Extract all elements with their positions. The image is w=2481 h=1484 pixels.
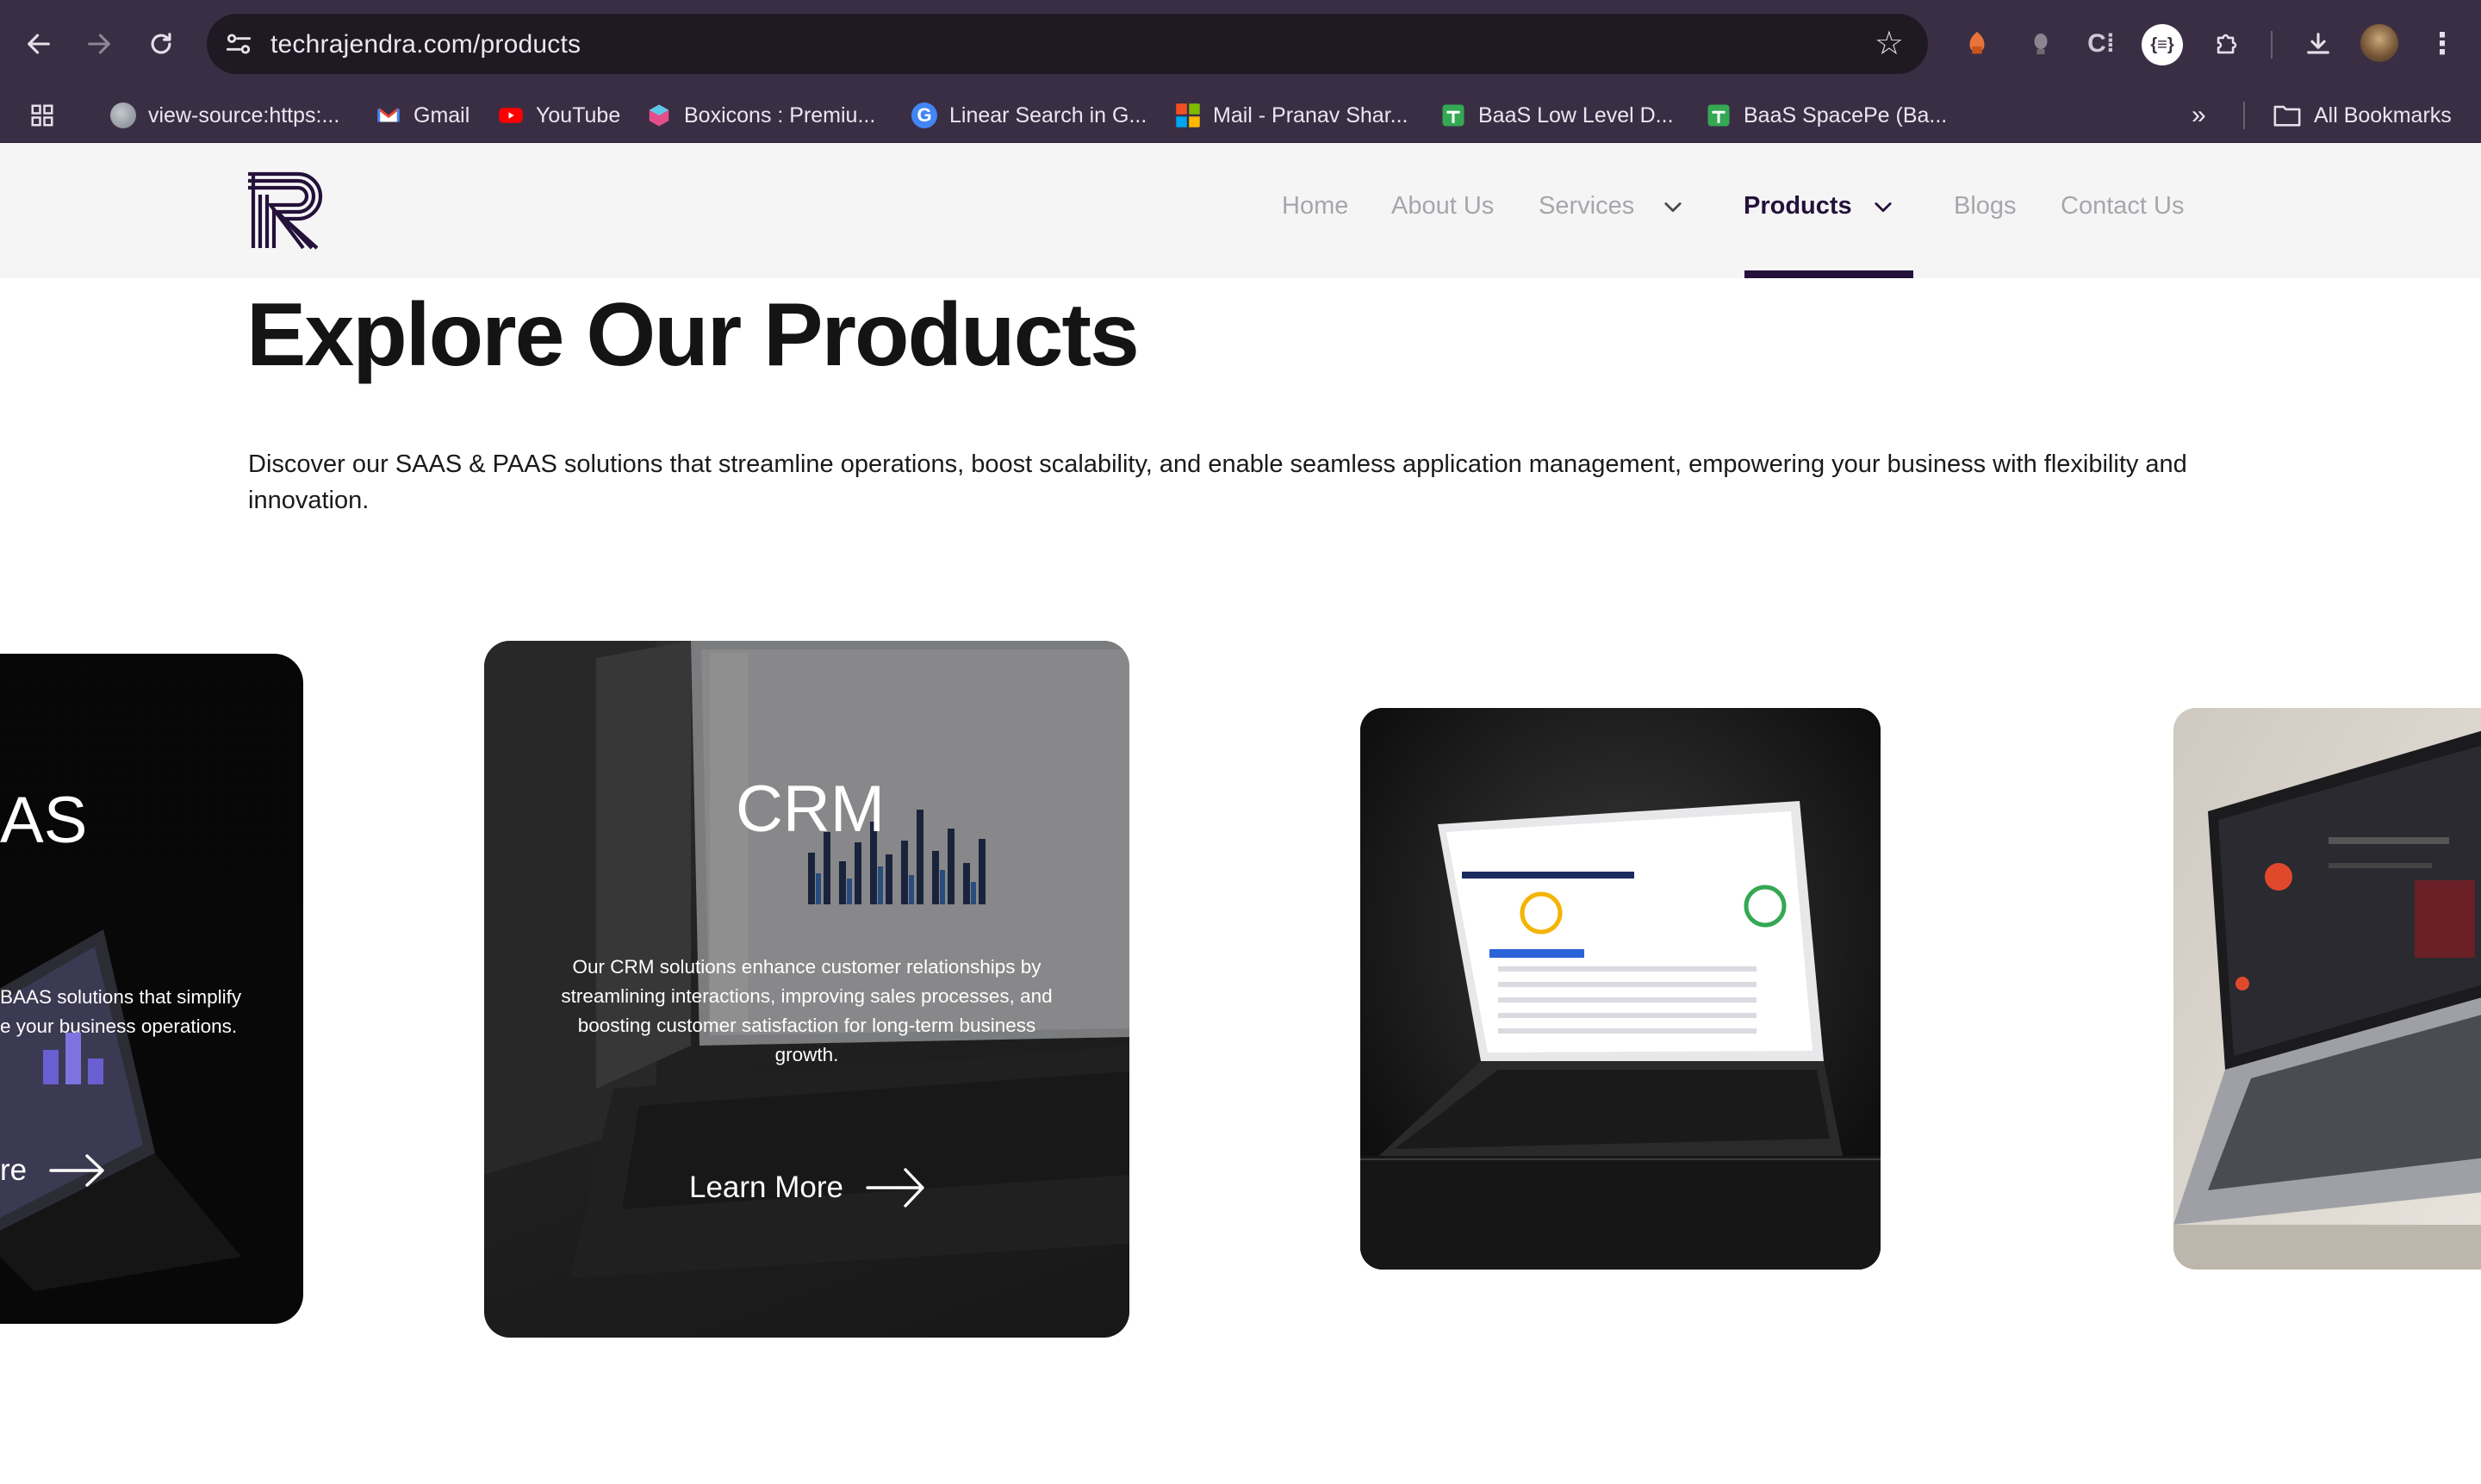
learn-more-link[interactable]: Learn More bbox=[689, 1166, 926, 1209]
card-title: AS bbox=[0, 784, 88, 857]
downloads-icon[interactable] bbox=[2298, 24, 2338, 64]
learn-more-label: re bbox=[0, 1153, 28, 1187]
bookmark-baas-low-level[interactable]: BaaS Low Level D... bbox=[1440, 100, 1674, 131]
bookmark-label: Gmail bbox=[414, 102, 470, 127]
bookmarks-divider bbox=[2243, 102, 2245, 129]
page-intro: Discover our SAAS & PAAS solutions that … bbox=[248, 450, 2187, 514]
extension-fox-icon[interactable] bbox=[1957, 24, 1997, 64]
bookmark-gmail[interactable]: Gmail bbox=[376, 100, 469, 131]
bookmark-label: YouTube bbox=[536, 102, 621, 127]
microsoft-icon bbox=[1176, 103, 1200, 127]
nav-contact-us[interactable]: Contact Us bbox=[2061, 192, 2184, 220]
bookmark-label: BaaS Low Level D... bbox=[1478, 102, 1674, 127]
bookmark-baas-spacepe[interactable]: BaaS SpacePe (Ba... bbox=[1706, 100, 1947, 131]
page-title: Explore Our Products bbox=[246, 285, 1140, 385]
extension-ci-icon[interactable]: C⁞ bbox=[2081, 24, 2121, 64]
gmail-icon bbox=[377, 108, 400, 122]
nav-about-us[interactable]: About Us bbox=[1391, 192, 1494, 220]
bookmark-linear-search[interactable]: G Linear Search in G... bbox=[911, 100, 1147, 131]
learn-more-link[interactable]: re bbox=[0, 1153, 106, 1188]
extensions-puzzle-icon[interactable] bbox=[2207, 24, 2247, 64]
extension-json-icon[interactable]: {≡} bbox=[2142, 24, 2183, 65]
sheets-icon bbox=[1707, 104, 1730, 127]
arrow-right-icon bbox=[866, 1168, 924, 1208]
profile-avatar-icon[interactable] bbox=[2360, 24, 2398, 62]
browser-menu-icon[interactable]: ⋮ bbox=[2422, 24, 2462, 64]
brand-logo[interactable] bbox=[246, 171, 334, 250]
url-text[interactable]: techrajendra.com/products bbox=[270, 30, 581, 59]
bookmark-label: BaaS SpacePe (Ba... bbox=[1744, 102, 1948, 127]
apps-grid-icon[interactable] bbox=[29, 100, 55, 131]
boxicons-icon bbox=[649, 104, 669, 127]
bookmark-label: Mail - Pranav Shar... bbox=[1213, 102, 1408, 127]
laptop-dashboard-illustration bbox=[2173, 708, 2481, 1270]
services-chevron-down-icon[interactable] bbox=[1661, 195, 1685, 219]
globe-icon bbox=[110, 102, 136, 128]
bookmark-mail[interactable]: Mail - Pranav Shar... bbox=[1175, 100, 1408, 131]
address-bar[interactable]: techrajendra.com/products ☆ bbox=[207, 14, 1928, 74]
product-card-baas[interactable]: AS BAAS solutions that simplify e your b… bbox=[0, 654, 303, 1324]
extension-bulb-icon[interactable] bbox=[2021, 24, 2061, 64]
bookmark-boxicons[interactable]: Boxicons : Premiu... bbox=[646, 100, 875, 131]
all-bookmarks-label: All Bookmarks bbox=[2314, 102, 2452, 127]
site-info-icon[interactable] bbox=[222, 28, 255, 60]
card-description-line2: e your business operations. bbox=[0, 1015, 238, 1037]
active-nav-indicator bbox=[1744, 270, 1913, 278]
bookmarks-bar: view-source:https:... Gmail YouTube Boxi… bbox=[0, 88, 2481, 143]
site-header: Home About Us Services Products Blogs Co… bbox=[0, 143, 2481, 278]
sheets-icon bbox=[1442, 104, 1464, 127]
folder-icon bbox=[2273, 105, 2301, 127]
forward-icon[interactable] bbox=[81, 26, 117, 62]
products-chevron-down-icon[interactable] bbox=[1871, 195, 1895, 219]
bookmark-label: Linear Search in G... bbox=[949, 102, 1147, 127]
product-card-hrms[interactable] bbox=[1360, 708, 1881, 1270]
google-icon: G bbox=[911, 102, 937, 128]
card-description-line1: BAAS solutions that simplify bbox=[0, 986, 242, 1008]
bookmark-view-source[interactable]: view-source:https:... bbox=[110, 100, 339, 131]
bookmark-youtube[interactable]: YouTube bbox=[498, 100, 620, 131]
toolbar-divider bbox=[2271, 31, 2273, 59]
arrow-right-icon bbox=[49, 1154, 104, 1187]
card-title: CRM bbox=[736, 773, 886, 846]
nav-services[interactable]: Services bbox=[1539, 192, 1634, 220]
reload-icon[interactable] bbox=[143, 26, 179, 62]
product-card-crm[interactable]: CRM Our CRM solutions enhance customer r… bbox=[484, 641, 1129, 1338]
card-description: Our CRM solutions enhance customer relat… bbox=[561, 956, 1053, 1065]
laptop-dashboard-illustration bbox=[1360, 708, 1881, 1270]
all-bookmarks[interactable]: All Bookmarks bbox=[2273, 100, 2452, 131]
bookmark-label: view-source:https:... bbox=[148, 102, 340, 127]
bookmark-label: Boxicons : Premiu... bbox=[684, 102, 876, 127]
laptop-illustration bbox=[0, 929, 241, 1291]
youtube-icon bbox=[499, 108, 523, 123]
nav-home[interactable]: Home bbox=[1282, 192, 1348, 220]
browser-toolbar: techrajendra.com/products ☆ C⁞ {≡} ⋮ bbox=[0, 0, 2481, 88]
learn-more-label: Learn More bbox=[689, 1170, 843, 1204]
back-icon[interactable] bbox=[21, 26, 57, 62]
nav-blogs[interactable]: Blogs bbox=[1954, 192, 2017, 220]
nav-products[interactable]: Products bbox=[1744, 192, 1852, 220]
product-card-dashboard[interactable] bbox=[2173, 708, 2481, 1270]
more-bookmarks-icon[interactable]: » bbox=[2192, 100, 2206, 131]
bookmark-star-icon[interactable]: ☆ bbox=[1875, 24, 1904, 63]
